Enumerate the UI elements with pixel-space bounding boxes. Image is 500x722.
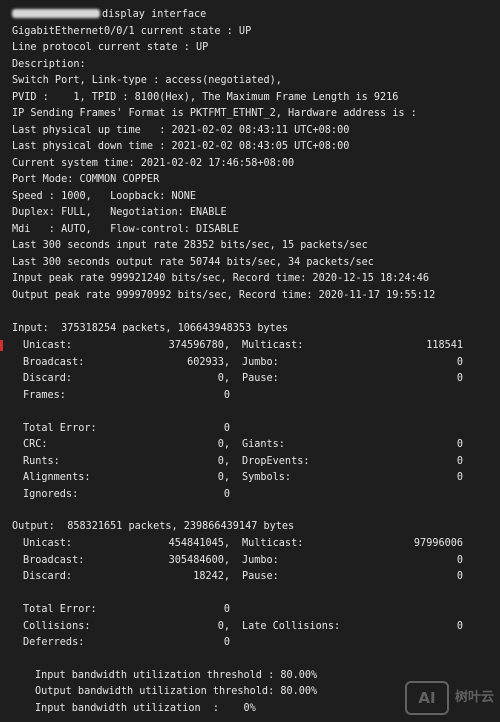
counter-value: 0 — [456, 356, 463, 368]
counter-label: Ignoreds: — [23, 488, 79, 500]
counter-label: Collisions: — [23, 620, 91, 632]
counter-value: 0 — [223, 604, 230, 615]
counter-label: Alignments: — [23, 472, 91, 483]
header-line: IP Sending Frames' Format is PKTFMT_ETHN… — [12, 108, 417, 119]
counter-label: DropEvents: — [242, 455, 310, 467]
header-line: Duplex: FULL, Negotiation: ENABLE — [12, 207, 227, 218]
header-line: Current system time: 2021-02-02 17:46:58… — [12, 158, 295, 169]
counter-value: 0 — [456, 554, 463, 566]
counter-value: 0, — [217, 620, 230, 632]
counter-label: Jumbo: — [242, 554, 279, 566]
prompt-line: display interface — [12, 7, 206, 24]
header-line: Mdi : AUTO, Flow-control: DISABLE — [12, 224, 239, 235]
counter-value: 374596780, — [168, 340, 230, 351]
counter-value: 0 — [223, 488, 230, 500]
header-line: PVID : 1, TPID : 8100(Hex), The Maximum … — [12, 92, 399, 103]
counter-label: Multicast: — [242, 538, 304, 549]
counter-value: 0, — [217, 472, 230, 483]
counter-value: 454841045, — [168, 538, 230, 549]
input-summary: Input: 375318254 packets, 106643948353 b… — [12, 323, 289, 334]
counter-value: 0, — [217, 455, 230, 467]
counter-label: Broadcast: — [23, 356, 85, 368]
counter-label: CRC: — [23, 439, 48, 450]
counter-label: Multicast: — [242, 340, 304, 351]
counter-value: 18242, — [193, 571, 230, 582]
redacted-hostname — [12, 9, 100, 18]
header-line: Last 300 seconds output rate 50744 bits/… — [12, 257, 374, 268]
counter-value: 0 — [456, 571, 463, 582]
counter-label: Pause: — [242, 571, 279, 582]
counter-value: 0, — [217, 439, 230, 450]
counter-value: 0, — [217, 373, 230, 384]
counter-value: 0 — [456, 373, 463, 384]
header-line: Input peak rate 999921240 bits/sec, Reco… — [12, 273, 430, 284]
counter-value: 0 — [223, 422, 230, 434]
header-line: Output peak rate 999970992 bits/sec, Rec… — [12, 290, 436, 301]
footer-line: Input bandwidth utilization : 0% — [35, 703, 256, 714]
counter-label: Frames: — [23, 389, 66, 401]
counter-value: 305484600, — [168, 554, 230, 566]
header-line: Switch Port, Link-type : access(negotiat… — [12, 75, 282, 86]
counter-value: 0 — [456, 620, 463, 632]
footer-line: Output bandwidth utilization threshold: … — [35, 686, 318, 697]
header-line: Description: — [12, 59, 86, 70]
counter-label: Total Error: — [23, 604, 97, 615]
watermark-logo: AI 树叶云 — [404, 680, 494, 716]
terminal-window[interactable]: display interface GigabitEthernet0/0/1 c… — [0, 0, 500, 722]
counter-label: Unicast: — [23, 538, 73, 549]
counter-label: Symbols: — [242, 472, 292, 483]
counter-label: Runts: — [23, 455, 60, 467]
counter-label: Total Error: — [23, 422, 97, 434]
counter-label: Discard: — [23, 373, 73, 384]
counter-label: Discard: — [23, 571, 73, 582]
header-line: Line protocol current state : UP — [12, 42, 209, 53]
watermark-badge: AI — [404, 681, 449, 715]
counter-label: Jumbo: — [242, 356, 279, 368]
counter-label: Late Collisions: — [242, 620, 341, 632]
counter-value: 0 — [223, 389, 230, 401]
watermark-text: 树叶云 — [454, 689, 494, 705]
counter-label: Pause: — [242, 373, 279, 384]
header-line: Last physical down time : 2021-02-02 08:… — [12, 141, 350, 152]
header-line: Port Mode: COMMON COPPER — [12, 174, 160, 185]
footer-line: Input bandwidth utilization threshold : … — [35, 670, 318, 681]
header-line: Speed : 1000, Loopback: NONE — [12, 191, 197, 202]
counter-label: Giants: — [242, 439, 285, 450]
counter-value: 0 — [456, 455, 463, 467]
counter-value: 118541 — [426, 340, 463, 351]
counter-value: 0 — [456, 472, 463, 483]
header-line: Last physical up time : 2021-02-02 08:43… — [12, 125, 350, 136]
line-marker — [0, 340, 3, 351]
counter-value: 0 — [223, 637, 230, 648]
counter-value: 0 — [456, 439, 463, 450]
counter-label: Deferreds: — [23, 637, 85, 648]
header-line: Last 300 seconds input rate 28352 bits/s… — [12, 240, 368, 251]
counter-value: 97996006 — [413, 538, 463, 549]
counter-value: 602933, — [187, 356, 230, 368]
prompt-command: display interface — [102, 9, 207, 20]
output-summary: Output: 858321651 packets, 239866439147 … — [12, 521, 295, 532]
counter-label: Unicast: — [23, 340, 73, 351]
header-line: GigabitEthernet0/0/1 current state : UP — [12, 26, 252, 37]
counter-label: Broadcast: — [23, 554, 85, 566]
